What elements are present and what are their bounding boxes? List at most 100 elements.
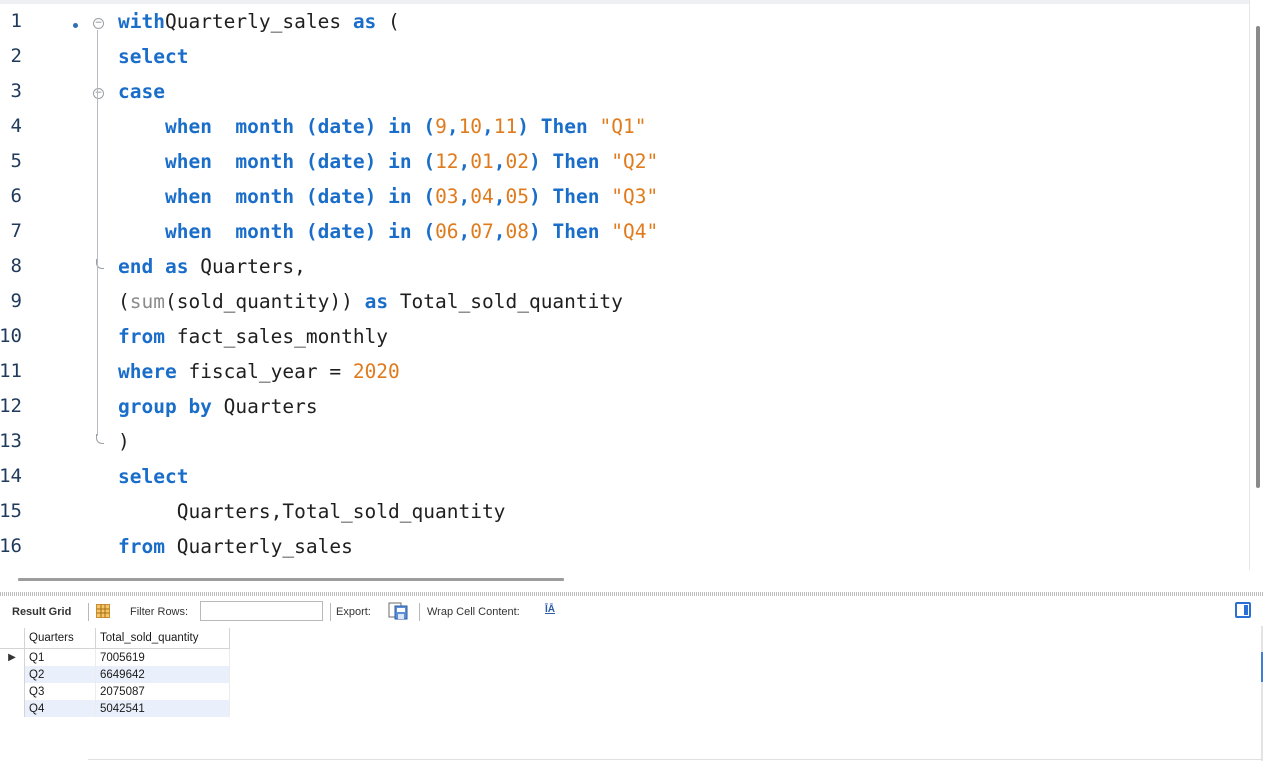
row-selector[interactable] <box>0 666 25 683</box>
sql-number: 07 <box>470 220 494 243</box>
code-text: select <box>118 45 188 68</box>
export-icon[interactable] <box>388 602 408 620</box>
line-number: 10 <box>0 325 22 347</box>
code-line[interactable]: 2 select <box>0 41 1200 76</box>
sql-keyword: , <box>458 185 471 208</box>
table-cell[interactable]: 5042541 <box>95 700 230 717</box>
code-line[interactable]: 5 when month (date) in (12,01,02) Then "… <box>0 146 1200 181</box>
grid-bottom-border <box>88 759 1263 760</box>
sql-number: 05 <box>505 185 530 208</box>
sql-keyword: group by <box>118 395 212 418</box>
sql-number: 9 <box>435 115 447 138</box>
sql-keyword: as <box>164 255 189 278</box>
code-text: when month (date) in (06,07,08) Then "Q4… <box>118 220 658 243</box>
result-grid[interactable]: Quarters Total_sold_quantity ▶ Q1 700561… <box>0 626 1263 761</box>
table-cell[interactable]: 6649642 <box>95 666 230 683</box>
sql-keyword: month <box>235 185 295 208</box>
panel-splitter[interactable] <box>0 592 1263 596</box>
code-line[interactable]: 16 from Quarterly_sales <box>0 531 1200 566</box>
code-line[interactable]: 1 − withQuarterly_sales as ( <box>0 6 1200 41</box>
wrap-cell-content-icon[interactable]: ĪĀ <box>545 604 559 618</box>
table-row[interactable]: ▶ Q1 7005619 <box>0 648 230 666</box>
sql-keyword: month <box>235 220 295 243</box>
table-cell[interactable]: Q2 <box>24 666 96 683</box>
code-line[interactable]: 15 Quarters,Total_sold_quantity <box>0 496 1200 531</box>
code-line[interactable]: 10 from fact_sales_monthly <box>0 321 1200 356</box>
sql-keyword: select <box>118 45 189 68</box>
column-header-quarters[interactable]: Quarters <box>24 628 96 649</box>
code-text: from Quarterly_sales <box>118 535 353 558</box>
code-text: withQuarterly_sales as ( <box>118 10 400 33</box>
code-text: end as Quarters, <box>118 255 306 278</box>
row-selector[interactable] <box>0 700 25 717</box>
sql-editor[interactable]: 1− withQuarterly_sales as (2 select 3− case 4… <box>0 0 1249 570</box>
editor-vertical-scroll-thumb[interactable] <box>1256 26 1260 488</box>
sql-keyword: , <box>458 220 471 243</box>
export-label: Export: <box>336 606 371 618</box>
line-number: 13 <box>0 430 22 452</box>
row-selector-header[interactable] <box>0 628 25 649</box>
fold-toggle-icon[interactable]: − <box>93 88 104 99</box>
table-cell[interactable]: Q1 <box>24 648 96 666</box>
sql-keyword: with <box>118 10 165 33</box>
sql-keyword: ( <box>423 150 436 173</box>
code-text: select <box>118 465 188 488</box>
line-number: 14 <box>0 465 22 487</box>
result-grid-tab[interactable]: Result Grid <box>12 606 71 618</box>
sql-text: Quarterly_sales <box>164 10 353 33</box>
sql-number: 12 <box>435 150 459 173</box>
toolbar-separator <box>88 603 89 621</box>
code-line[interactable]: 8 end as Quarters, <box>0 251 1200 286</box>
sql-keyword: , <box>493 185 506 208</box>
table-cell[interactable]: 7005619 <box>95 648 230 666</box>
table-row[interactable]: Q2 6649642 <box>0 666 230 683</box>
code-line[interactable]: 14 select <box>0 461 1200 496</box>
sql-keyword: ( <box>423 220 436 243</box>
sql-number: 10 <box>458 115 483 138</box>
form-grid-icon[interactable] <box>96 604 110 618</box>
sql-keyword: , <box>458 150 471 173</box>
sql-keyword: case <box>118 80 165 103</box>
code-line[interactable]: 11 where fiscal_year = 2020 <box>0 356 1200 391</box>
row-selector[interactable] <box>0 683 25 700</box>
sql-keyword: where <box>118 360 177 383</box>
code-line[interactable]: 4 when month (date) in (9,10,11) Then "Q… <box>0 111 1200 146</box>
code-line[interactable]: 9 (sum(sold_quantity)) as Total_sold_quan… <box>0 286 1200 321</box>
toggle-panel-icon[interactable] <box>1235 602 1251 618</box>
current-row-marker[interactable]: ▶ <box>0 648 25 666</box>
table-row[interactable]: Q3 2075087 <box>0 683 230 700</box>
code-text: case <box>118 80 165 103</box>
sql-number: 11 <box>493 115 518 138</box>
column-header-total-sold-quantity[interactable]: Total_sold_quantity <box>95 628 230 649</box>
table-row[interactable]: Q4 5042541 <box>0 700 230 717</box>
code-line[interactable]: 3 − case <box>0 76 1200 111</box>
code-line[interactable]: 7 when month (date) in (06,07,08) Then "… <box>0 216 1200 251</box>
table-cell[interactable]: Q3 <box>24 683 96 700</box>
editor-horizontal-scroll-thumb[interactable] <box>18 578 564 581</box>
sql-keyword: ( <box>423 185 436 208</box>
table-cell[interactable]: Q4 <box>24 700 96 717</box>
code-line[interactable]: 12 group by Quarters <box>0 391 1200 426</box>
fold-toggle-icon[interactable]: − <box>93 18 104 29</box>
sql-keyword: (date) <box>305 150 377 173</box>
sql-keyword: Then <box>552 185 600 208</box>
code-line[interactable]: 6 when month (date) in (03,04,05) Then "… <box>0 181 1200 216</box>
table-cell[interactable]: 2075087 <box>95 683 230 700</box>
code-line[interactable]: 13) <box>0 426 1200 461</box>
filter-rows-input[interactable] <box>200 601 323 621</box>
sql-string: "Q2" <box>611 150 659 173</box>
